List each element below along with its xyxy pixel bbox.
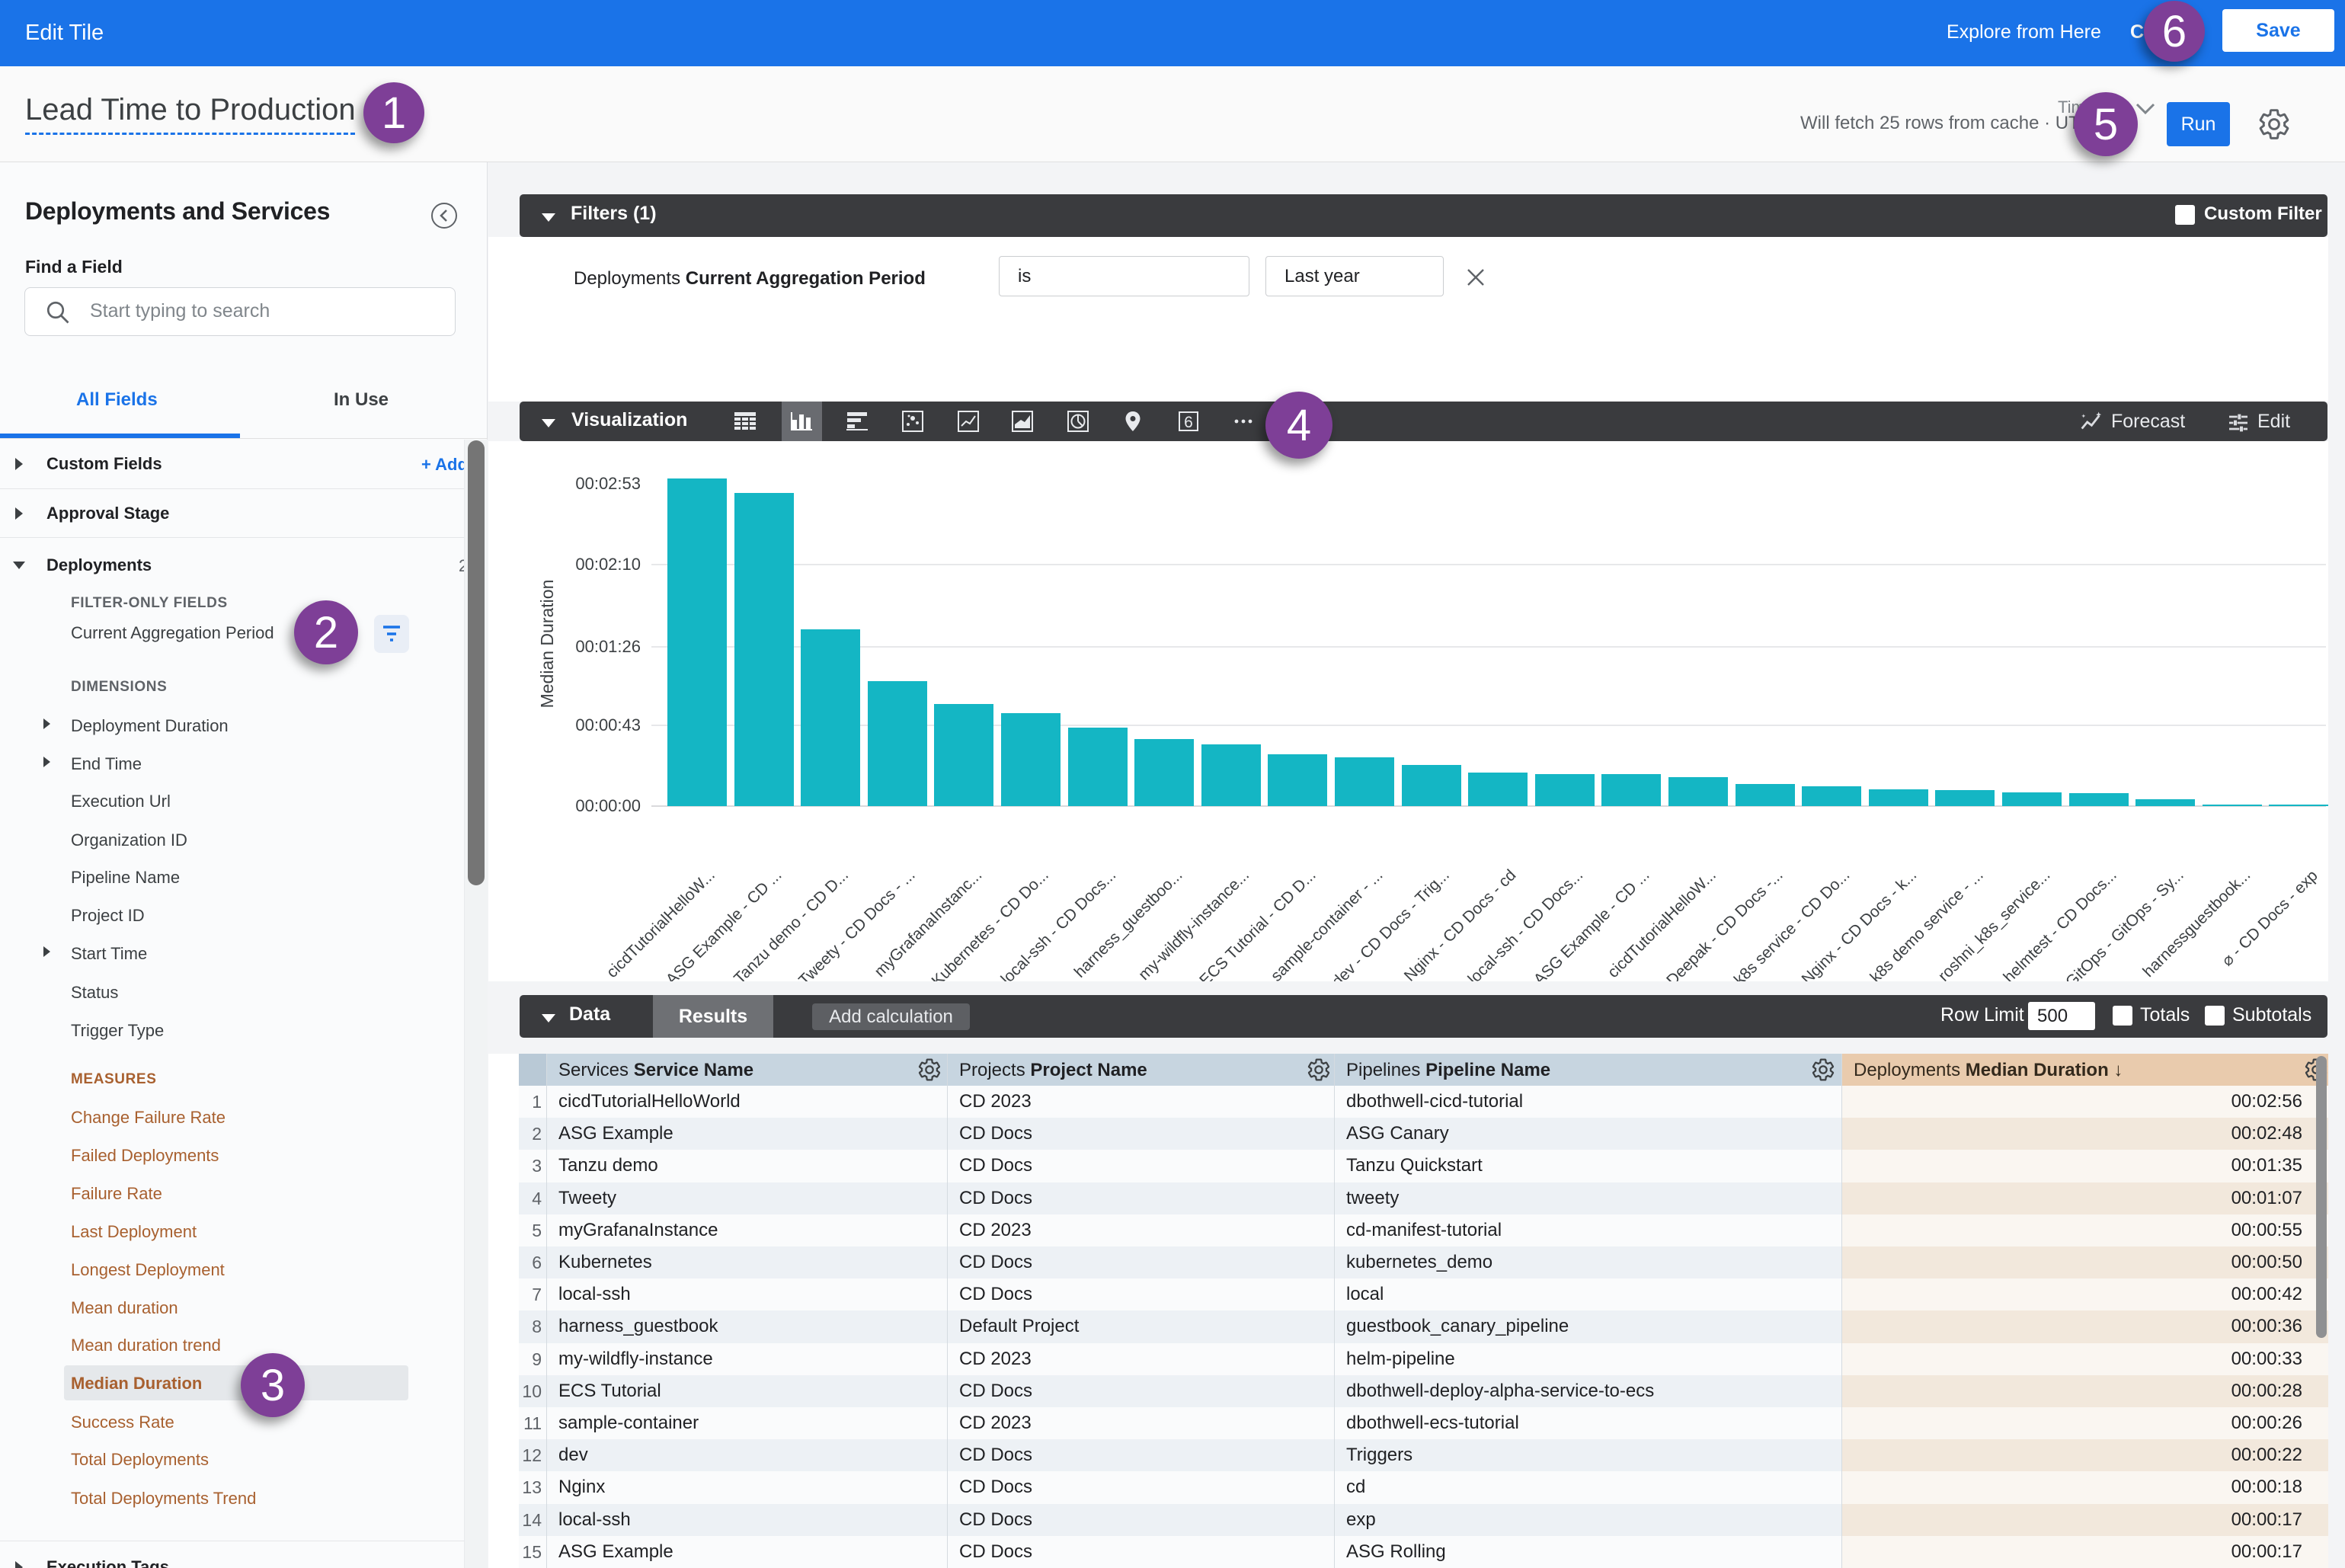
svg-text:6: 6 <box>1184 414 1193 431</box>
